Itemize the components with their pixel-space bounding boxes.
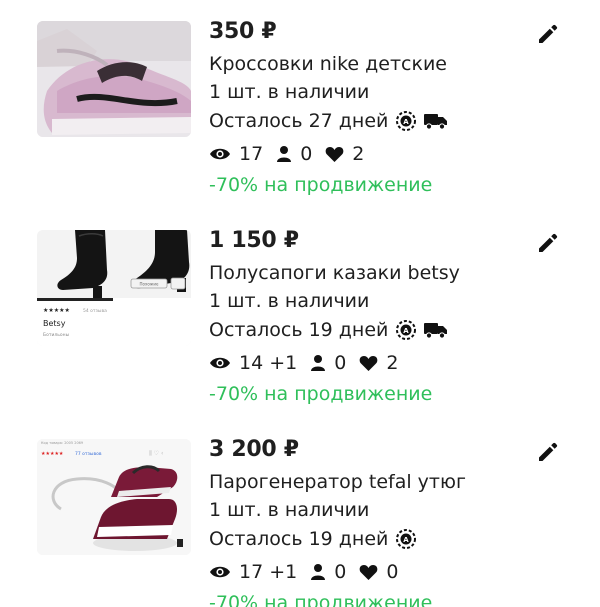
listing-title[interactable]: Кроссовки nike детские [209,50,539,78]
eye-icon [210,566,230,578]
svg-text:★★★★★: ★★★★★ [41,451,64,457]
autoboost-icon: A [395,110,417,132]
person-icon [277,146,292,162]
favorites-stat: 2 [325,143,364,165]
promo-link[interactable]: -70% на продвижение [209,170,539,200]
contacts-stat: 0 [310,352,346,374]
listing-stock: 1 шт. в наличии [209,290,370,312]
heart-icon [359,355,378,371]
views-stat: 17 +1 [209,561,297,583]
contacts-stat: 0 [276,143,312,165]
listing-days-left: Осталось 19 дней A [209,524,539,554]
truck-icon [424,112,448,130]
listing-stats: 17 0 2 [209,138,539,170]
listing-item[interactable]: Код товара: 2005 2069 ★★★★★ 77 отзывов ⫼… [0,418,600,607]
edit-button[interactable] [536,440,560,464]
listing-stats: 14 +1 0 2 [209,347,539,379]
listing-info: 1 150 ₽ Полусапоги казаки betsy 1 шт. в … [209,223,539,409]
person-icon [311,355,326,371]
listing-stock: 1 шт. в наличии [209,81,370,103]
listing-photo[interactable]: Код товара: 2005 2069 ★★★★★ 77 отзывов ⫼… [37,439,191,555]
favorites-count: 0 [386,561,399,583]
autoboost-icon: A [395,319,417,341]
listing-photo[interactable]: Похожие ★★★★★ 54 отзыва Betsy Ботильоны [37,230,191,346]
svg-text:A: A [404,327,410,335]
favorites-stat: 0 [359,561,398,583]
heart-icon [359,564,378,580]
favorites-count: 2 [352,143,365,165]
svg-text:⫼ ♡ ‹: ⫼ ♡ ‹ [149,450,163,457]
listing-photo[interactable] [37,21,191,137]
listings-list: 350 ₽ Кроссовки nike детские 1 шт. в нал… [0,0,600,607]
listing-title[interactable]: Парогенератор tefal утюг [209,468,539,496]
product-code-text: Код товара: 2005 2069 [41,441,83,445]
listing-title[interactable]: Полусапоги казаки betsy [209,259,539,287]
edit-button[interactable] [536,22,560,46]
contacts-stat: 0 [310,561,346,583]
heart-icon [325,146,344,162]
reviews-count-text: 54 отзыва [83,308,107,314]
views-stat: 14 +1 [209,352,297,374]
promo-link[interactable]: -70% на продвижение [209,379,539,409]
pencil-icon [539,442,558,461]
boots-image: Похожие ★★★★★ 54 отзыва Betsy Ботильоны [37,230,191,346]
contacts-count: 0 [334,352,347,374]
views-count: 17 +1 [239,561,298,583]
contacts-count: 0 [334,561,347,583]
eye-icon [210,357,230,369]
contacts-count: 0 [300,143,313,165]
promo-link[interactable]: -70% на продвижение [209,588,539,607]
listing-days-left: Осталось 27 дней A [209,106,539,136]
svg-text:A: A [404,536,410,544]
listing-info: 350 ₽ Кроссовки nike детские 1 шт. в нал… [209,14,539,200]
steam-generator-image: Код товара: 2005 2069 ★★★★★ 77 отзывов ⫼… [37,439,191,555]
pencil-icon [539,233,558,252]
views-count: 14 +1 [239,352,298,374]
edit-button[interactable] [536,231,560,255]
listing-price: 3 200 ₽ [209,437,299,462]
days-left-text: Осталось 19 дней [209,528,389,550]
listing-item[interactable]: Похожие ★★★★★ 54 отзыва Betsy Ботильоны … [0,209,600,418]
favorites-stat: 2 [359,352,398,374]
similar-badge-text: Похожие [140,282,159,287]
days-left-text: Осталось 19 дней [209,319,389,341]
truck-icon [424,321,448,339]
listing-days-left: Осталось 19 дней A [209,315,539,345]
views-count: 17 [239,143,264,165]
reviews-count-text: 77 отзывов [75,451,102,457]
brand-text: Betsy [43,319,66,328]
views-stat: 17 [209,143,263,165]
svg-text:★★★★★: ★★★★★ [43,307,70,314]
favorites-count: 2 [386,352,399,374]
listing-stats: 17 +1 0 0 [209,556,539,588]
eye-icon [210,148,230,160]
days-left-text: Осталось 27 дней [209,110,389,132]
listing-info: 3 200 ₽ Парогенератор tefal утюг 1 шт. в… [209,432,539,607]
listing-price: 1 150 ₽ [209,228,299,253]
sneaker-image [37,21,191,137]
autoboost-icon: A [395,528,417,550]
person-icon [311,564,326,580]
pencil-icon [539,24,558,43]
category-text: Ботильоны [43,332,70,338]
listing-price: 350 ₽ [209,19,277,44]
svg-text:A: A [404,118,410,126]
listing-stock: 1 шт. в наличии [209,499,370,521]
listing-item[interactable]: 350 ₽ Кроссовки nike детские 1 шт. в нал… [0,0,600,209]
